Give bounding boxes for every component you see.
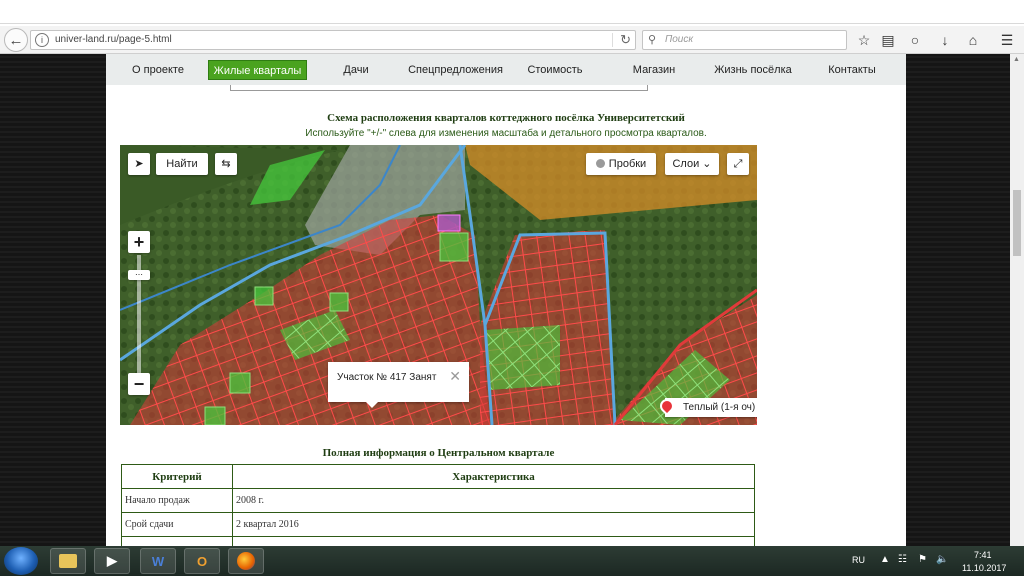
menu-item-contacts[interactable]: Контакты — [823, 60, 881, 80]
find-button[interactable]: Найти — [156, 153, 208, 175]
taskbar-firefox-button[interactable] — [228, 548, 264, 574]
page-content: О проекте Жилые кварталы Дачи Спецпредло… — [106, 54, 906, 546]
menu-item-shop[interactable]: Магазин — [626, 60, 682, 80]
menu-item-village-life[interactable]: Жизнь посёлка — [708, 60, 798, 80]
table-cell: Начало продаж — [121, 488, 233, 513]
info-table: Критерий Характеристика Начало продаж 20… — [121, 464, 755, 546]
windows-taskbar: ▶ W O RU ▲ ☷ ⚑ 🔈 7:41 11.10.2017 — [0, 546, 1024, 576]
layers-button[interactable]: Слои ⌄ — [665, 153, 719, 175]
home-icon[interactable]: ⌂ — [965, 32, 981, 48]
free-plot-c — [329, 292, 349, 312]
table-cell — [232, 536, 755, 546]
taskbar-media-button[interactable]: ▶ — [94, 548, 130, 574]
tray-arrow-icon[interactable]: ▲ — [880, 554, 890, 565]
start-button[interactable] — [4, 547, 38, 575]
menu-item-residential[interactable]: Жилые кварталы — [208, 60, 307, 80]
scroll-up-icon[interactable]: ▲ — [1013, 56, 1020, 63]
special-plot — [437, 214, 461, 232]
plot-popup: Участок № 417 Занят ✕ — [328, 362, 469, 408]
table-cell: 2 квартал 2016 — [232, 512, 755, 537]
map-title: Схема расположения кварталов коттеджного… — [327, 112, 685, 124]
firefox-icon — [237, 552, 255, 570]
outlook-icon: O — [196, 553, 208, 569]
volume-icon[interactable]: 🔈 — [936, 554, 948, 565]
bookmark-star-icon[interactable]: ☆ — [856, 32, 872, 48]
browser-titlebar — [0, 0, 1024, 26]
traffic-light-icon — [595, 159, 605, 168]
browser-navbar: ← i univer-land.ru/page-5.html ↻ ⚲ Поиск… — [0, 26, 1024, 54]
page-background-left — [0, 54, 106, 546]
popup-tail — [366, 402, 378, 408]
menu-item-about[interactable]: О проекте — [124, 60, 192, 80]
menu-hamburger-icon[interactable]: ☰ — [999, 32, 1015, 48]
word-icon: W — [151, 553, 165, 569]
table-row — [121, 536, 755, 546]
address-bar[interactable]: i univer-land.ru/page-5.html ↻ — [30, 30, 636, 50]
flag-icon[interactable]: ⚑ — [918, 554, 927, 565]
table-cell: Срой сдачи — [121, 512, 233, 537]
reading-list-icon[interactable]: ▤ — [880, 32, 896, 48]
layers-label: Слои — [672, 158, 700, 170]
table-header-criterion: Критерий — [121, 464, 233, 489]
popup-text: Участок № 417 Занят — [337, 372, 437, 383]
free-plot-b — [254, 286, 274, 306]
table-cell: 2008 г. — [232, 488, 755, 513]
central-free-plots — [485, 325, 560, 390]
page-scrollbar[interactable]: ▲ — [1010, 54, 1024, 546]
table-row: Начало продаж 2008 г. — [121, 488, 755, 513]
zoom-slider-handle[interactable]: ⋯ — [128, 270, 150, 280]
route-button[interactable]: ⇆ — [215, 153, 237, 175]
traffic-label: Пробки — [608, 158, 647, 170]
search-icon: ⚲ — [648, 34, 657, 46]
pocket-icon[interactable]: ○ — [907, 32, 923, 48]
table-row: Срой сдачи 2 квартал 2016 — [121, 512, 755, 537]
arrow-left-icon: ← — [8, 31, 24, 49]
close-icon[interactable]: ✕ — [449, 368, 461, 385]
reload-icon[interactable]: ↻ — [620, 32, 631, 48]
traffic-button[interactable]: Пробки — [586, 153, 656, 175]
language-indicator[interactable]: RU — [852, 555, 865, 565]
menu-item-special-offers[interactable]: Спецпредложения — [403, 60, 508, 80]
table-header-characteristic: Характеристика — [232, 464, 755, 489]
urlbar-divider — [612, 33, 613, 47]
network-icon[interactable]: ☷ — [898, 554, 907, 565]
taskbar-word-button[interactable]: W — [140, 548, 176, 574]
scrollbar-thumb[interactable] — [1013, 190, 1021, 256]
download-icon[interactable]: ↓ — [937, 32, 953, 48]
table-cell — [121, 536, 233, 546]
url-text[interactable]: univer-land.ru/page-5.html — [55, 34, 172, 45]
table-header-row: Критерий Характеристика — [121, 464, 755, 489]
site-menu: О проекте Жилые кварталы Дачи Спецпредло… — [106, 54, 906, 85]
location-arrow-icon: ➤ — [134, 158, 144, 170]
map-pin-label[interactable]: Теплый (1-я оч) — [665, 398, 757, 417]
info-icon[interactable]: i — [35, 33, 49, 47]
map-subtitle: Используйте "+/-" слева для изменения ма… — [305, 128, 707, 139]
menu-item-price[interactable]: Стоимость — [524, 60, 586, 80]
fullscreen-button[interactable]: ⤢ — [727, 153, 749, 175]
clock-date[interactable]: 11.10.2017 — [962, 563, 1006, 573]
info-title: Полная информация о Центральном квартале — [322, 447, 555, 459]
expand-icon: ⤢ — [733, 158, 743, 170]
page-background-right — [906, 54, 1010, 546]
taskbar-outlook-button[interactable]: O — [184, 548, 220, 574]
chevron-down-icon: ⌄ — [699, 158, 712, 170]
free-plot-d — [229, 372, 251, 394]
search-bar[interactable]: ⚲ Поиск — [642, 30, 847, 50]
zoom-in-button[interactable]: + — [128, 231, 150, 253]
route-icon: ⇆ — [221, 158, 231, 170]
content-frame-edge — [230, 85, 648, 91]
menu-item-dachas[interactable]: Дачи — [331, 60, 381, 80]
search-placeholder: Поиск — [665, 34, 694, 45]
folder-icon — [59, 554, 77, 568]
locate-button[interactable]: ➤ — [128, 153, 150, 175]
zoom-out-button[interactable]: − — [128, 373, 150, 395]
free-plot-e — [204, 406, 226, 425]
back-button[interactable]: ← — [4, 28, 28, 52]
taskbar-explorer-button[interactable] — [50, 548, 86, 574]
free-plot-a — [439, 232, 469, 262]
media-player-icon: ▶ — [107, 553, 117, 568]
clock-time[interactable]: 7:41 — [974, 550, 992, 560]
yandex-map[interactable]: ➤ Найти ⇆ Пробки Слои ⌄ ⤢ + ⋯ − Участок … — [120, 145, 757, 425]
